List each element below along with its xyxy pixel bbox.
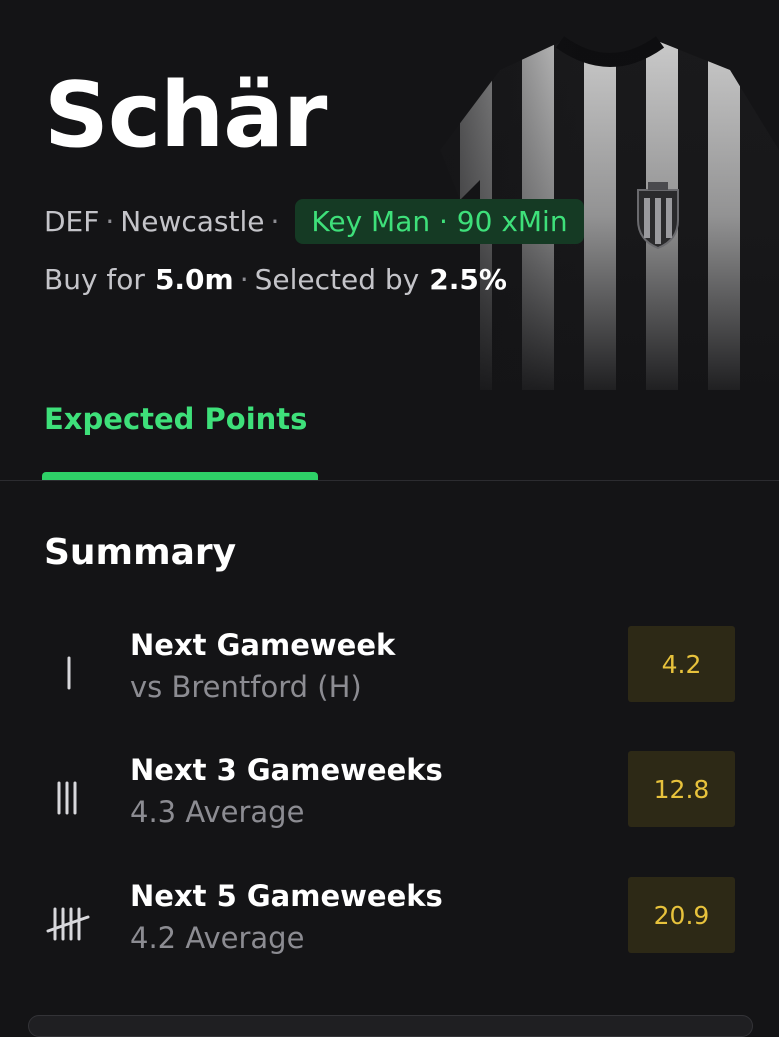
tally-three-icon bbox=[57, 781, 77, 815]
selected-label: Selected by bbox=[254, 262, 420, 296]
row-title: Next 3 Gameweeks bbox=[130, 753, 443, 787]
player-price-line: Buy for 5.0m · Selected by 2.5% bbox=[44, 256, 507, 302]
key-man-badge: Key Man · 90 xMin bbox=[295, 198, 584, 244]
separator-dot: · bbox=[239, 262, 249, 296]
tally-one-icon bbox=[67, 656, 71, 690]
row-title: Next 5 Gameweeks bbox=[130, 879, 443, 913]
selected-percentage: 2.5% bbox=[429, 262, 507, 296]
player-team: Newcastle bbox=[120, 204, 265, 238]
tabs-divider bbox=[0, 480, 779, 481]
tally-five-icon bbox=[46, 907, 90, 941]
tab-expected-points[interactable]: Expected Points bbox=[44, 402, 307, 436]
summary-row-next-gameweek[interactable]: Next Gameweek vs Brentford (H) 4.2 bbox=[0, 626, 779, 718]
newcastle-crest-icon bbox=[637, 182, 679, 250]
row-subtitle: 4.3 Average bbox=[130, 795, 305, 829]
separator-dot: · bbox=[105, 204, 115, 238]
row-points-value: 12.8 bbox=[628, 751, 735, 827]
buy-label: Buy for bbox=[44, 262, 145, 296]
player-position: DEF bbox=[44, 204, 100, 238]
row-points-value: 20.9 bbox=[628, 877, 735, 953]
row-subtitle: vs Brentford (H) bbox=[130, 670, 362, 704]
row-subtitle: 4.2 Average bbox=[130, 921, 305, 955]
row-points-value: 4.2 bbox=[628, 626, 735, 702]
summary-row-next-5-gameweeks[interactable]: Next 5 Gameweeks 4.2 Average 20.9 bbox=[0, 877, 779, 969]
summary-title: Summary bbox=[44, 532, 237, 573]
bottom-action-bar[interactable] bbox=[28, 1015, 753, 1037]
player-name: Schär bbox=[44, 63, 327, 168]
player-price: 5.0m bbox=[154, 262, 234, 296]
player-meta: DEF · Newcastle · Key Man · 90 xMin bbox=[44, 196, 584, 246]
row-title: Next Gameweek bbox=[130, 628, 396, 662]
active-tab-indicator bbox=[42, 472, 318, 480]
separator-dot: · bbox=[270, 204, 280, 238]
summary-row-next-3-gameweeks[interactable]: Next 3 Gameweeks 4.3 Average 12.8 bbox=[0, 751, 779, 843]
